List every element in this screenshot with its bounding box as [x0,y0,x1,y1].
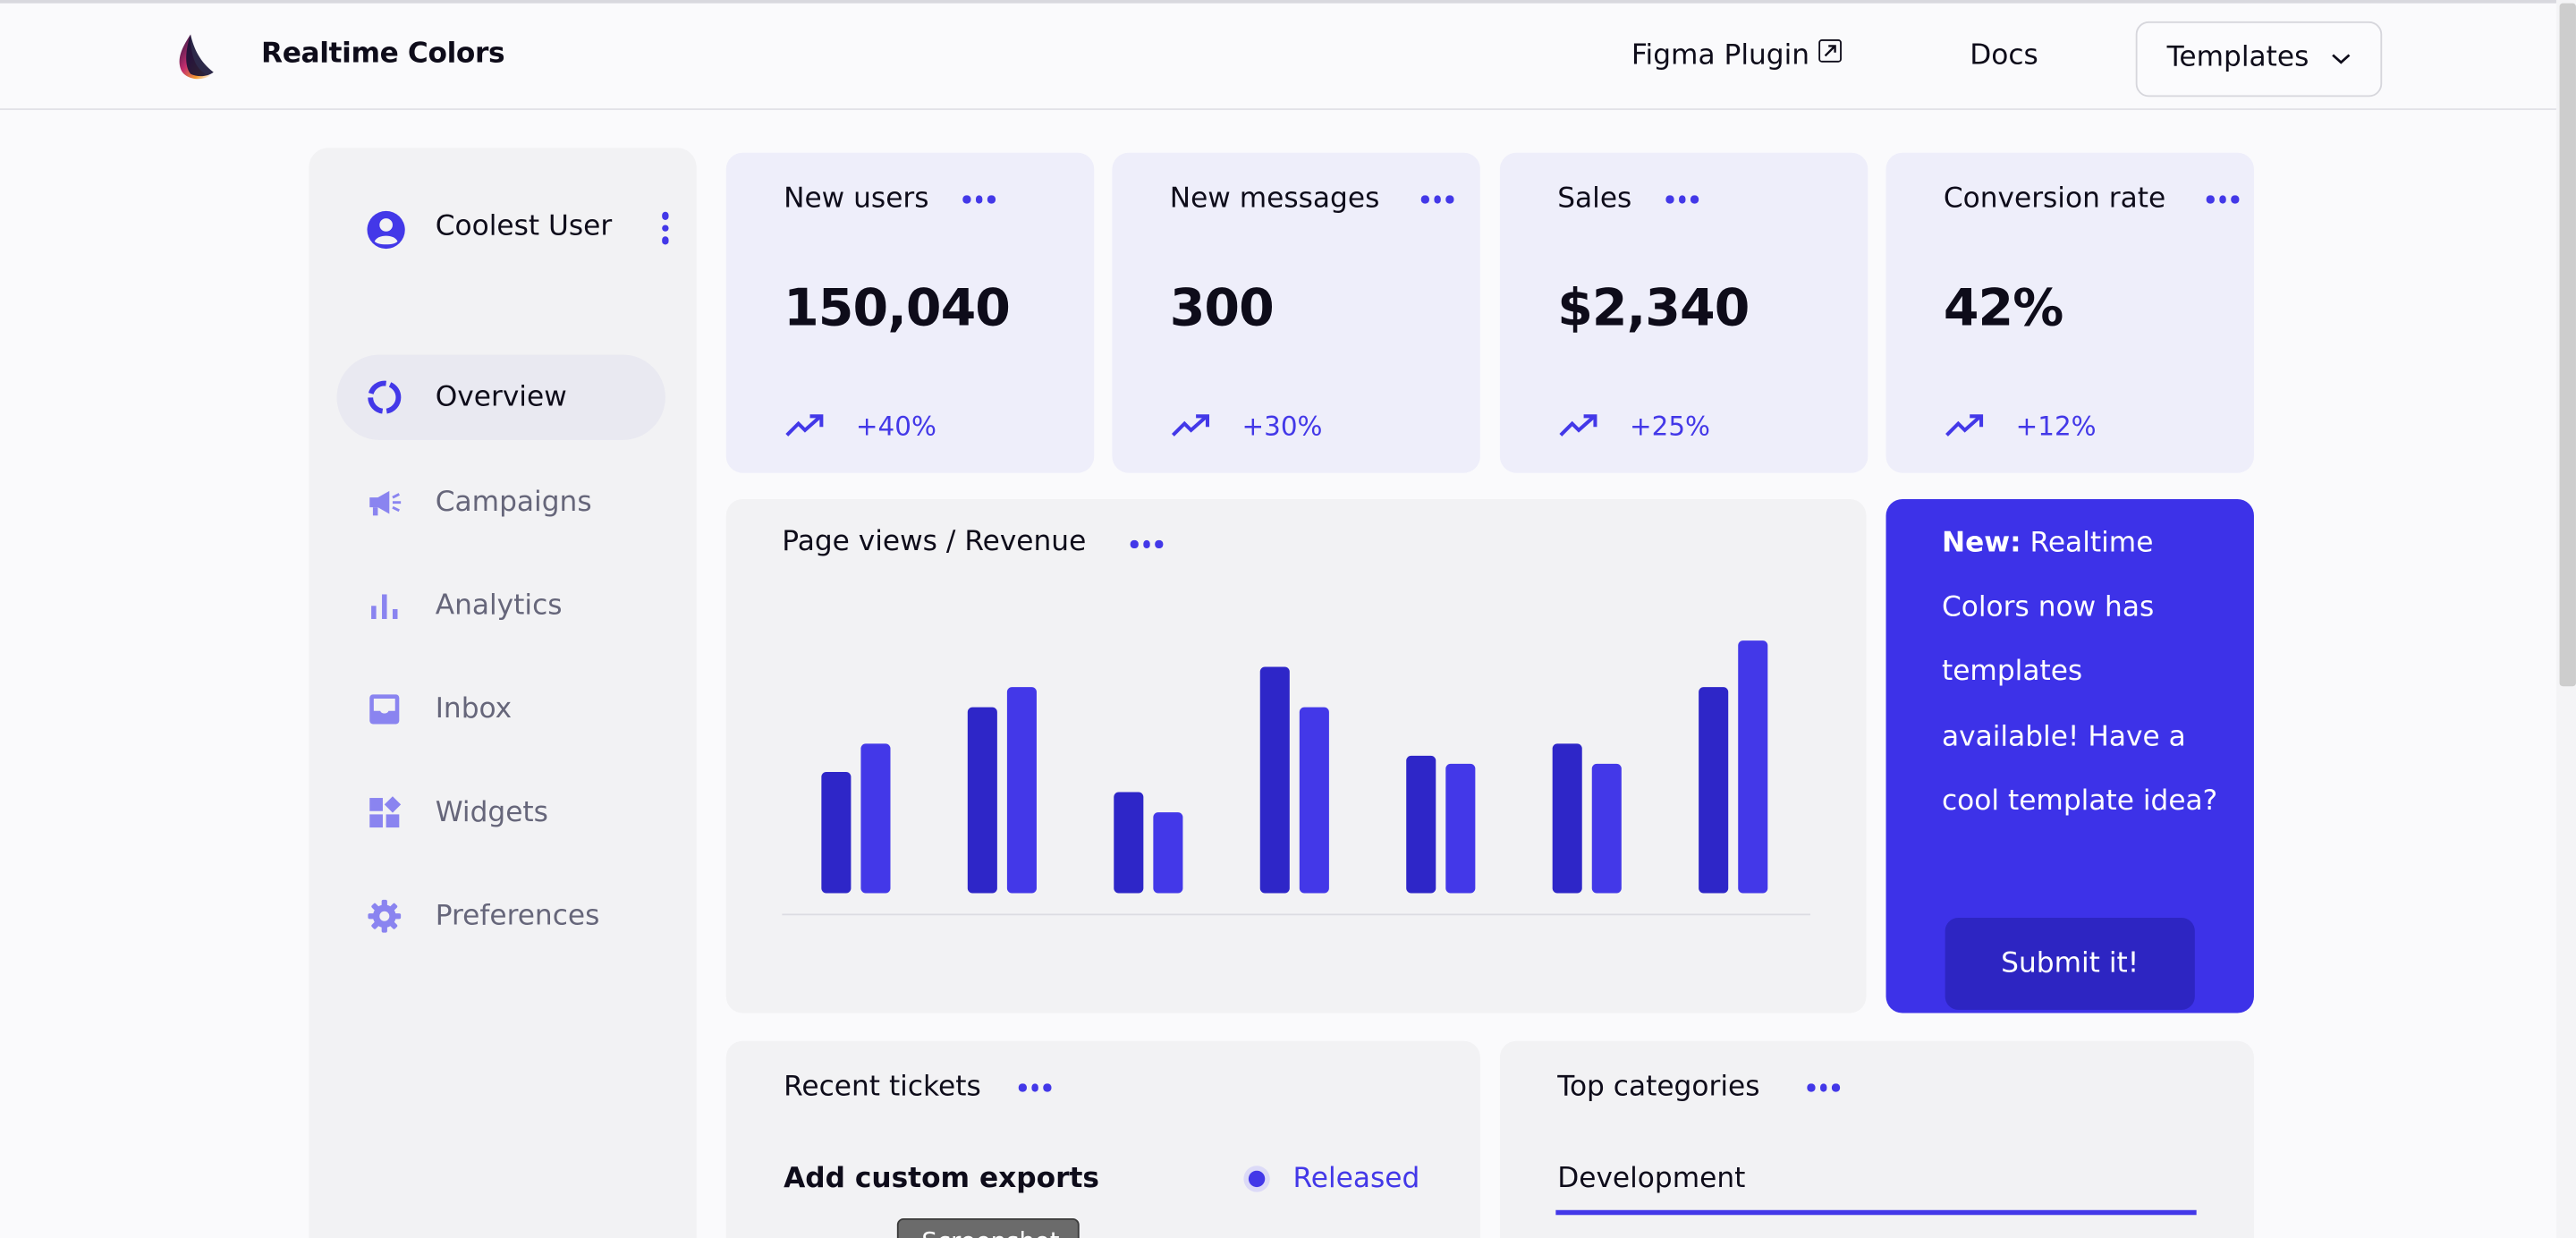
sidebar-item-analytics[interactable]: Analytics [337,564,665,649]
stat-value: 150,040 [784,279,1011,339]
chart-bar-5-series-1 [1406,755,1436,894]
stat-card-new-users: New users 150,040 +40% [725,152,1095,473]
promo-bold: New: [1941,527,2021,560]
top-navbar: Realtime Colors Figma Plugin Docs Templa… [0,0,2576,110]
chevron-down-icon [2332,54,2351,64]
stat-title: Sales [1557,182,1632,216]
stat-title: Conversion rate [1943,182,2166,216]
recent-tickets-card: Recent tickets Add custom exports Releas… [725,1040,1480,1238]
chart-bar-2-series-2 [1006,687,1037,894]
more-options-icon[interactable] [1807,1083,1840,1091]
stat-value: 300 [1169,279,1275,339]
chart-bar-3-series-2 [1153,812,1183,894]
logo-icon[interactable] [174,33,224,82]
chart-bar-2-series-1 [967,707,997,894]
sidebar-item-label: Widgets [435,796,548,829]
page-views-revenue-chart [782,640,1811,916]
trending-up-icon [1559,414,1597,437]
figma-plugin-label: Figma Plugin [1631,39,1810,72]
sidebar-item-label: Overview [435,380,567,414]
user-name: Coolest User [435,209,613,243]
sidebar-item-preferences[interactable]: Preferences [337,873,665,958]
stat-change: +40% [855,410,936,442]
chart-bar-4-series-1 [1259,666,1290,894]
ticket-name[interactable]: Add custom exports [784,1163,1099,1196]
chart-bar-7-series-2 [1738,640,1768,894]
top-categories-card: Top categories Development [1499,1040,2254,1238]
stat-change: +30% [1241,410,1323,442]
docs-link[interactable]: Docs [1970,39,2038,72]
scrollbar-thumb[interactable] [2559,3,2576,687]
tab-development[interactable]: Development [1557,1163,1745,1196]
stat-card-sales: Sales $2,340 +25% [1499,152,1868,473]
stat-card-conversion-rate: Conversion rate 42% +12% [1885,152,2254,473]
sidebar-item-label: Preferences [435,899,600,933]
chart-title: Page views / Revenue [782,525,1087,559]
overview-icon [368,380,402,414]
sidebar-item-label: Inbox [435,692,513,726]
user-menu-kebab-icon[interactable] [659,211,673,248]
chart-bar-1-series-2 [860,743,891,894]
more-options-icon[interactable] [1018,1083,1051,1091]
user-avatar-icon[interactable] [365,208,408,251]
stat-value: 42% [1943,279,2063,339]
chart-bar-3-series-1 [1114,792,1144,894]
stat-change: +25% [1630,410,1710,442]
tab-underline [1555,1209,2197,1215]
sidebar-item-label: Analytics [435,589,563,623]
megaphone-icon [369,490,402,516]
trending-up-icon [785,414,824,437]
widgets-icon [369,796,402,828]
trending-up-icon [1945,414,1984,437]
submit-it-button[interactable]: Submit it! [1945,918,2195,1010]
inbox-icon [369,694,400,725]
stat-change: +12% [2015,410,2097,442]
promo-body: Realtime Colors now has templates availa… [1941,527,2218,818]
top-categories-title: Top categories [1557,1070,1760,1104]
more-options-icon[interactable] [1130,539,1163,548]
sidebar-item-overview[interactable]: Overview [336,354,665,440]
stat-value: $2,340 [1557,279,1750,339]
sidebar-item-label: Campaigns [435,486,592,520]
stat-card-new-messages: New messages 300 +30% [1112,152,1480,473]
chart-bar-6-series-2 [1591,763,1622,894]
sidebar-item-inbox[interactable]: Inbox [337,666,665,751]
figma-plugin-link[interactable]: Figma Plugin [1631,39,1843,72]
chart-bar-4-series-2 [1299,707,1329,894]
more-options-icon[interactable] [2206,195,2239,203]
templates-label: Templates [2166,40,2309,74]
gear-icon [368,899,402,933]
chart-bar-7-series-1 [1699,687,1729,894]
more-options-icon[interactable] [1420,195,1453,203]
more-options-icon[interactable] [1665,195,1699,203]
recent-tickets-title: Recent tickets [784,1070,981,1104]
sidebar-item-campaigns[interactable]: Campaigns [337,460,665,545]
bar-chart-icon [371,594,398,619]
external-link-icon [1819,39,1843,63]
ticket-status: Released [1292,1162,1420,1196]
page: Realtime Colors Figma Plugin Docs Templa… [0,0,2576,1238]
promo-card: New: Realtime Colors now has templates a… [1885,498,2254,1013]
trending-up-icon [1171,414,1209,437]
stat-title: New users [784,182,929,216]
templates-dropdown[interactable]: Templates [2135,21,2383,98]
stat-title: New messages [1169,182,1380,216]
screenshot-tooltip: Screenshot [896,1217,1080,1238]
chart-bar-1-series-1 [821,771,852,894]
more-options-icon[interactable] [962,195,996,203]
chart-bar-5-series-2 [1445,763,1476,894]
promo-text: New: Realtime Colors now has templates a… [1942,513,2221,835]
status-dot-icon [1248,1170,1266,1188]
sidebar-item-widgets[interactable]: Widgets [337,770,665,855]
brand-name[interactable]: Realtime Colors [261,38,505,71]
chart-bar-6-series-1 [1552,743,1582,894]
